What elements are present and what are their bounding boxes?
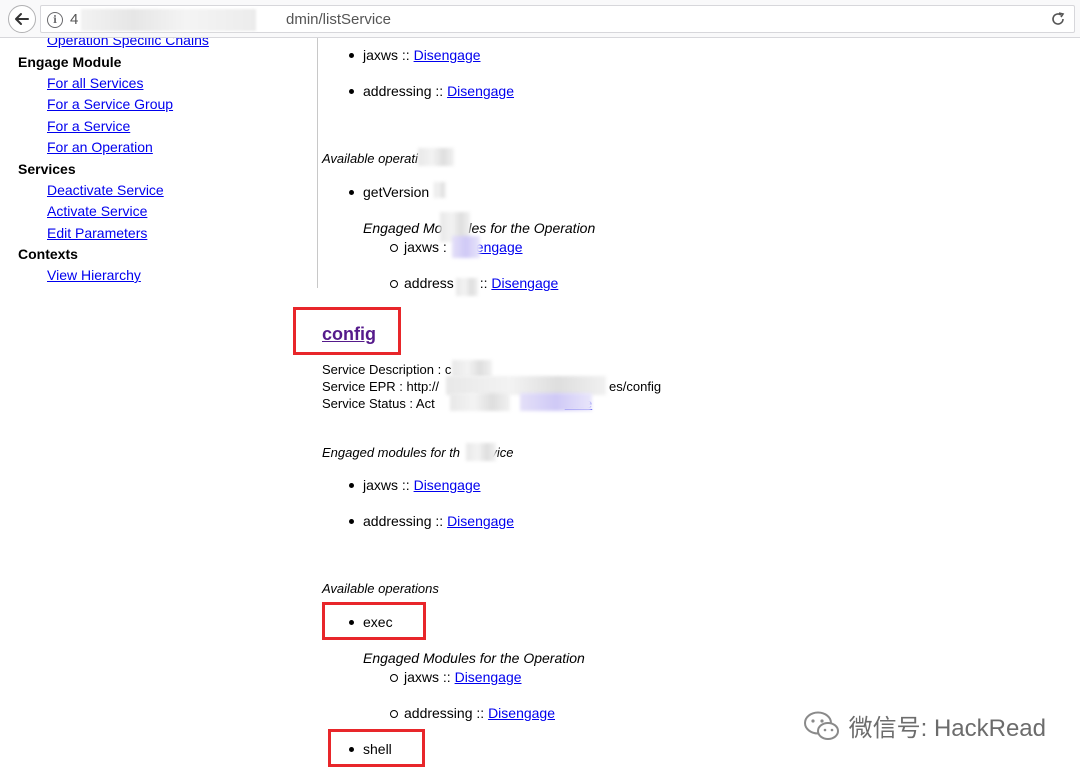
module-separator: :: <box>431 513 448 529</box>
module-name: address <box>404 275 454 291</box>
redaction <box>418 148 454 166</box>
list-item: jaxws :: Disengage <box>349 477 481 493</box>
module-separator: :: <box>398 47 414 63</box>
redaction <box>452 236 480 258</box>
module-name: jaxws <box>363 477 399 493</box>
redaction <box>466 443 496 461</box>
disengage-link[interactable]: Disengage <box>414 477 481 493</box>
disengage-link[interactable]: Disengage <box>447 513 514 529</box>
redaction <box>452 360 492 377</box>
module-separator: :: <box>439 669 455 685</box>
list-item: address :: Disengage <box>389 275 559 291</box>
operation-name: shell <box>363 741 392 757</box>
module-name: jaxws <box>404 669 440 685</box>
list-item: addressing :: Disengage <box>349 513 514 529</box>
disengage-link[interactable]: Disengage <box>488 705 555 721</box>
disengage-link[interactable]: Disengage <box>491 275 558 291</box>
module-separator: :: <box>398 477 414 493</box>
operation-name: getVersion <box>363 184 430 200</box>
list-item: addressing :: Disengage <box>390 705 555 721</box>
disengage-link[interactable]: Disengage <box>447 83 514 99</box>
module-name: jaxws <box>363 47 399 63</box>
module-name: addressing <box>363 513 432 529</box>
service-title-link[interactable]: config <box>322 324 376 345</box>
list-item: jaxws :: Disengage <box>349 47 481 63</box>
module-separator: :: <box>472 705 489 721</box>
main-content: jaxws :: Disengage addressing :: Disenga… <box>0 0 1080 773</box>
watermark-text: 微信号: HackRead <box>848 715 1046 742</box>
operation-item: getVersion <box>348 184 430 200</box>
disengage-link[interactable]: Disengage <box>455 669 522 685</box>
list-item: addressing :: Disengage <box>349 83 514 99</box>
module-name: jaxws : <box>404 239 447 255</box>
wechat-logo-icon <box>803 711 839 740</box>
watermark: 微信号: HackRead <box>803 708 1046 743</box>
available-operations-label: Available operati <box>322 151 418 166</box>
list-item: jaxws :: Disengage <box>390 669 522 685</box>
redaction <box>450 393 510 411</box>
service-description: Service Description : c <box>322 362 452 377</box>
engaged-modules-operation-label: Engaged Modules for the Operation <box>363 650 585 666</box>
disengage-link[interactable]: Disengage <box>414 47 481 63</box>
module-separator: :: <box>431 83 448 99</box>
available-operations-label: Available operations <box>322 581 439 596</box>
operation-name: exec <box>363 614 393 630</box>
module-name: addressing <box>363 83 432 99</box>
redaction <box>456 278 478 296</box>
operation-item: exec <box>349 614 393 630</box>
operation-item: shell <box>349 741 392 757</box>
engaged-modules-operation-label: Engaged Mo les for the Operation <box>363 220 596 236</box>
module-name: addressing <box>404 705 473 721</box>
redaction <box>434 182 446 198</box>
redaction <box>520 393 592 411</box>
